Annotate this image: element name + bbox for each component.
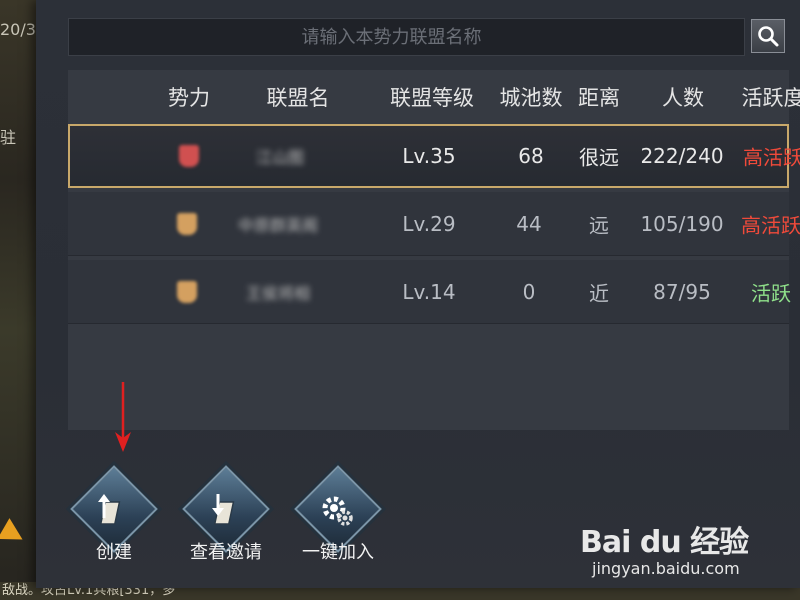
- red-arrow-annotation: [115, 382, 131, 452]
- member-count: 105/190: [640, 211, 724, 236]
- table-header: 势力 联盟名 联盟等级 城池数 距离 人数 活跃度: [68, 70, 800, 122]
- search-icon: [758, 26, 779, 47]
- background-text: 驻: [0, 128, 17, 147]
- watermark-brand: Bai du 经验: [580, 525, 749, 560]
- table-row[interactable]: 王侯将相 Lv.14 0 近 87/95 活跃: [68, 260, 791, 324]
- gear-icon: [322, 496, 353, 526]
- table-row[interactable]: 江山图 Lv.35 68 很远 222/240 高活跃: [68, 124, 800, 188]
- activity-status: 高活跃: [741, 213, 800, 237]
- alliance-name: 中原群英阁: [237, 215, 319, 235]
- watermark-url: jingyan.baidu.com: [592, 559, 740, 578]
- distance: 近: [589, 281, 609, 305]
- city-count: 68: [518, 144, 544, 168]
- faction-flag-icon: [179, 145, 199, 167]
- header-cities: 城池数: [499, 86, 563, 110]
- activity-status: 活跃: [751, 281, 791, 305]
- alliance-table: 势力 联盟名 联盟等级 城池数 距离 人数 活跃度 江山图 Lv.35 68 很…: [68, 70, 800, 430]
- create-button[interactable]: 创建: [64, 450, 164, 565]
- header-activity: 活跃度: [741, 86, 800, 110]
- faction-flag-icon: [177, 212, 197, 235]
- city-count: 44: [516, 211, 542, 236]
- alliance-panel: 势力 联盟名 联盟等级 城池数 距离 人数 活跃度 江山图 Lv.35 68 很…: [36, 0, 800, 588]
- table-row[interactable]: 中原群英阁 Lv.29 44 远 105/190 高活跃: [68, 192, 800, 256]
- alliance-level: Lv.29: [402, 211, 456, 236]
- view-invites-label: 查看邀请: [190, 542, 262, 563]
- alliance-name: 王侯将相: [245, 283, 311, 303]
- alliance-level: Lv.14: [402, 279, 456, 304]
- create-label: 创建: [96, 542, 132, 563]
- search-bar: [68, 18, 745, 56]
- background-game-strip: 20/3 驻: [0, 0, 40, 600]
- member-count: 222/240: [640, 144, 724, 168]
- quick-join-button[interactable]: 一键加入: [288, 450, 388, 565]
- search-input[interactable]: [69, 19, 744, 55]
- invite-icon: [212, 494, 235, 525]
- city-count: 0: [522, 279, 536, 304]
- header-alliance-name: 联盟名: [266, 86, 330, 110]
- action-bar: 创建 查看邀请 一键加入: [36, 450, 436, 570]
- activity-status: 高活跃: [743, 145, 800, 170]
- header-faction: 势力: [168, 86, 210, 110]
- pointer-icon: [0, 518, 29, 550]
- search-button[interactable]: [751, 19, 785, 53]
- alliance-level: Lv.35: [402, 144, 456, 168]
- quick-join-label: 一键加入: [302, 542, 374, 563]
- header-level: 联盟等级: [390, 86, 474, 110]
- create-icon: [98, 494, 121, 525]
- distance: 远: [589, 213, 609, 237]
- faction-flag-icon: [177, 280, 197, 303]
- background-text: 20/3: [0, 20, 36, 39]
- baidu-jingyan-watermark: Bai du 经验 jingyan.baidu.com: [580, 515, 755, 585]
- header-members: 人数: [662, 86, 704, 110]
- header-distance: 距离: [578, 86, 620, 110]
- distance: 很远: [579, 145, 619, 170]
- view-invites-button[interactable]: 查看邀请: [176, 450, 276, 565]
- alliance-name: 江山图: [255, 148, 305, 167]
- member-count: 87/95: [653, 279, 711, 304]
